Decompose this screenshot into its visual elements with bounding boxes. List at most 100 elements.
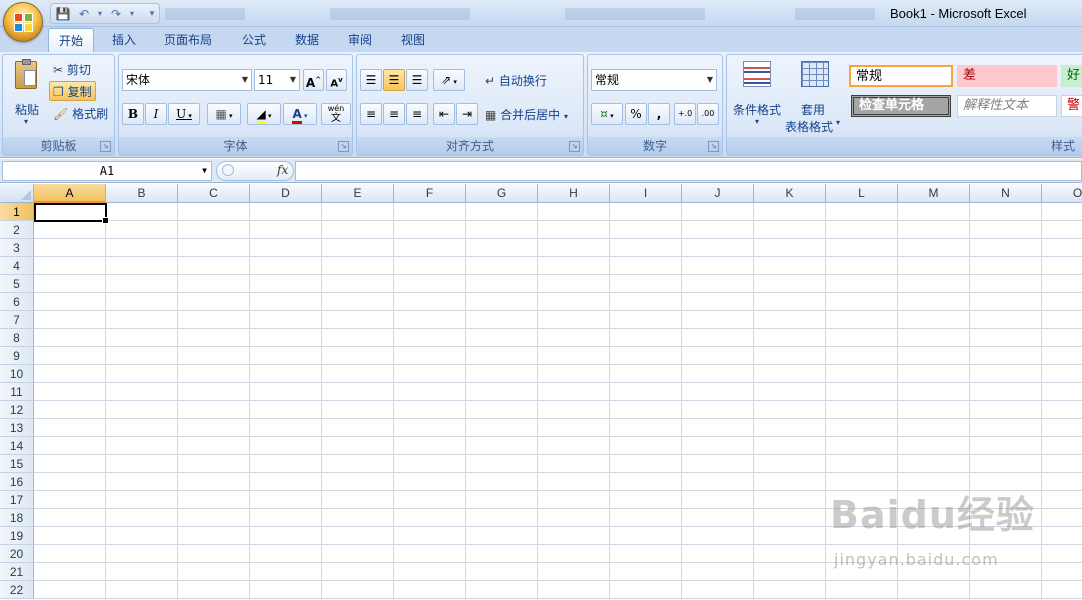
style-check-cell[interactable]: 检查单元格 <box>851 95 951 117</box>
active-cell[interactable] <box>34 203 109 224</box>
align-bottom-button[interactable]: ☰ <box>406 69 428 91</box>
tab-data[interactable]: 数据 <box>285 28 329 52</box>
dialog-launcher-icon[interactable]: ↘ <box>100 141 111 152</box>
row-header[interactable]: 1 <box>0 203 34 221</box>
align-center-button[interactable]: ≡ <box>383 103 405 125</box>
font-name-select[interactable]: 宋体 ▼ <box>122 69 252 91</box>
row-header[interactable]: 15 <box>0 455 34 473</box>
increase-decimal-button[interactable]: +.0 <box>674 103 696 125</box>
column-header[interactable]: G <box>466 184 538 203</box>
column-header[interactable]: E <box>322 184 394 203</box>
align-left-button[interactable]: ≡ <box>360 103 382 125</box>
tab-formulas[interactable]: 公式 <box>232 28 276 52</box>
row-header[interactable]: 10 <box>0 365 34 383</box>
align-top-button[interactable]: ☰ <box>360 69 382 91</box>
row-header[interactable]: 8 <box>0 329 34 347</box>
tab-review[interactable]: 审阅 <box>338 28 382 52</box>
style-normal[interactable]: 常规 <box>849 65 953 87</box>
row-header[interactable]: 9 <box>0 347 34 365</box>
row-header[interactable]: 19 <box>0 527 34 545</box>
row-header[interactable]: 22 <box>0 581 34 599</box>
style-good[interactable]: 好 <box>1061 65 1082 87</box>
paste-button[interactable]: 粘贴 ▾ <box>9 59 45 131</box>
formula-input[interactable] <box>295 161 1082 181</box>
number-format-select[interactable]: 常规 ▼ <box>591 69 717 91</box>
grow-font-button[interactable]: A^ <box>303 69 324 91</box>
column-header[interactable]: A <box>34 184 106 203</box>
column-header[interactable]: F <box>394 184 466 203</box>
column-header[interactable]: D <box>250 184 322 203</box>
style-bad[interactable]: 差 <box>957 65 1057 87</box>
column-header[interactable]: I <box>610 184 682 203</box>
row-header[interactable]: 3 <box>0 239 34 257</box>
row-header[interactable]: 21 <box>0 563 34 581</box>
font-color-button[interactable]: A ▾ <box>283 103 317 125</box>
conditional-format-button[interactable]: 条件格式 ▾ <box>731 59 785 131</box>
row-header[interactable]: 4 <box>0 257 34 275</box>
insert-function-button[interactable]: fx <box>277 163 288 177</box>
column-header[interactable]: B <box>106 184 178 203</box>
underline-button[interactable]: U ▾ <box>168 103 200 125</box>
copy-button[interactable]: ❐ 复制 <box>49 81 96 101</box>
column-header[interactable]: O <box>1042 184 1082 203</box>
office-button[interactable] <box>3 2 43 42</box>
percent-button[interactable]: % <box>625 103 647 125</box>
formula-expand-icon[interactable] <box>222 164 234 176</box>
tab-view[interactable]: 视图 <box>391 28 435 52</box>
fill-color-button[interactable]: ◢ ▾ <box>247 103 281 125</box>
borders-button[interactable]: ▦ ▾ <box>207 103 241 125</box>
row-header[interactable]: 2 <box>0 221 34 239</box>
format-painter-button[interactable]: 🖌 格式刷 <box>53 105 108 123</box>
font-size-select[interactable]: 11 ▼ <box>254 69 300 91</box>
redo-dropdown-icon[interactable]: ▾ <box>123 6 141 22</box>
row-header[interactable]: 11 <box>0 383 34 401</box>
row-header[interactable]: 7 <box>0 311 34 329</box>
column-header[interactable]: L <box>826 184 898 203</box>
orientation-button[interactable]: ⇗ ▾ <box>433 69 465 91</box>
increase-indent-button[interactable]: ⇥ <box>456 103 478 125</box>
tab-insert[interactable]: 插入 <box>102 28 146 52</box>
merge-center-button[interactable]: ▦ 合并后居中 ▾ <box>485 106 568 123</box>
cut-button[interactable]: ✂ 剪切 <box>53 61 91 79</box>
align-right-button[interactable]: ≡ <box>406 103 428 125</box>
column-header[interactable]: K <box>754 184 826 203</box>
dialog-launcher-icon[interactable]: ↘ <box>338 141 349 152</box>
bold-button[interactable]: B <box>122 103 144 125</box>
style-explanatory[interactable]: 解释性文本 <box>957 95 1057 117</box>
format-as-table-button[interactable]: 套用 表格格式 ▾ <box>785 59 845 134</box>
tab-page-layout[interactable]: 页面布局 <box>155 28 221 52</box>
italic-button[interactable]: I <box>145 103 167 125</box>
row-header[interactable]: 6 <box>0 293 34 311</box>
column-header[interactable]: N <box>970 184 1042 203</box>
row-header[interactable]: 5 <box>0 275 34 293</box>
accounting-format-button[interactable]: ¤ ▾ <box>591 103 623 125</box>
decrease-indent-button[interactable]: ⇤ <box>433 103 455 125</box>
row-header[interactable]: 14 <box>0 437 34 455</box>
row-header[interactable]: 12 <box>0 401 34 419</box>
shrink-font-button[interactable]: Av <box>326 69 347 91</box>
align-middle-button[interactable]: ☰ <box>383 69 405 91</box>
row-header[interactable]: 18 <box>0 509 34 527</box>
row-header[interactable]: 13 <box>0 419 34 437</box>
name-box[interactable]: A1 ▼ <box>2 161 212 181</box>
chevron-down-icon: ▾ <box>451 78 457 86</box>
wrap-text-button[interactable]: ↵ 自动换行 <box>485 72 547 89</box>
dialog-launcher-icon[interactable]: ↘ <box>708 141 719 152</box>
column-header[interactable]: C <box>178 184 250 203</box>
comma-button[interactable]: , <box>648 103 670 125</box>
save-icon[interactable]: 💾 <box>54 6 72 22</box>
row-header[interactable]: 20 <box>0 545 34 563</box>
column-header[interactable]: J <box>682 184 754 203</box>
tab-home[interactable]: 开始 <box>48 28 94 52</box>
column-header[interactable]: H <box>538 184 610 203</box>
phonetic-button[interactable]: wén 文 <box>321 103 351 125</box>
customize-qat-icon[interactable]: ▾ <box>143 6 161 22</box>
decrease-decimal-button[interactable]: .00 <box>697 103 719 125</box>
row-header[interactable]: 17 <box>0 491 34 509</box>
chevron-down-icon[interactable]: ▼ <box>202 162 207 180</box>
select-all-button[interactable] <box>0 184 34 203</box>
style-warning[interactable]: 警 <box>1061 95 1082 117</box>
dialog-launcher-icon[interactable]: ↘ <box>569 141 580 152</box>
column-header[interactable]: M <box>898 184 970 203</box>
row-header[interactable]: 16 <box>0 473 34 491</box>
